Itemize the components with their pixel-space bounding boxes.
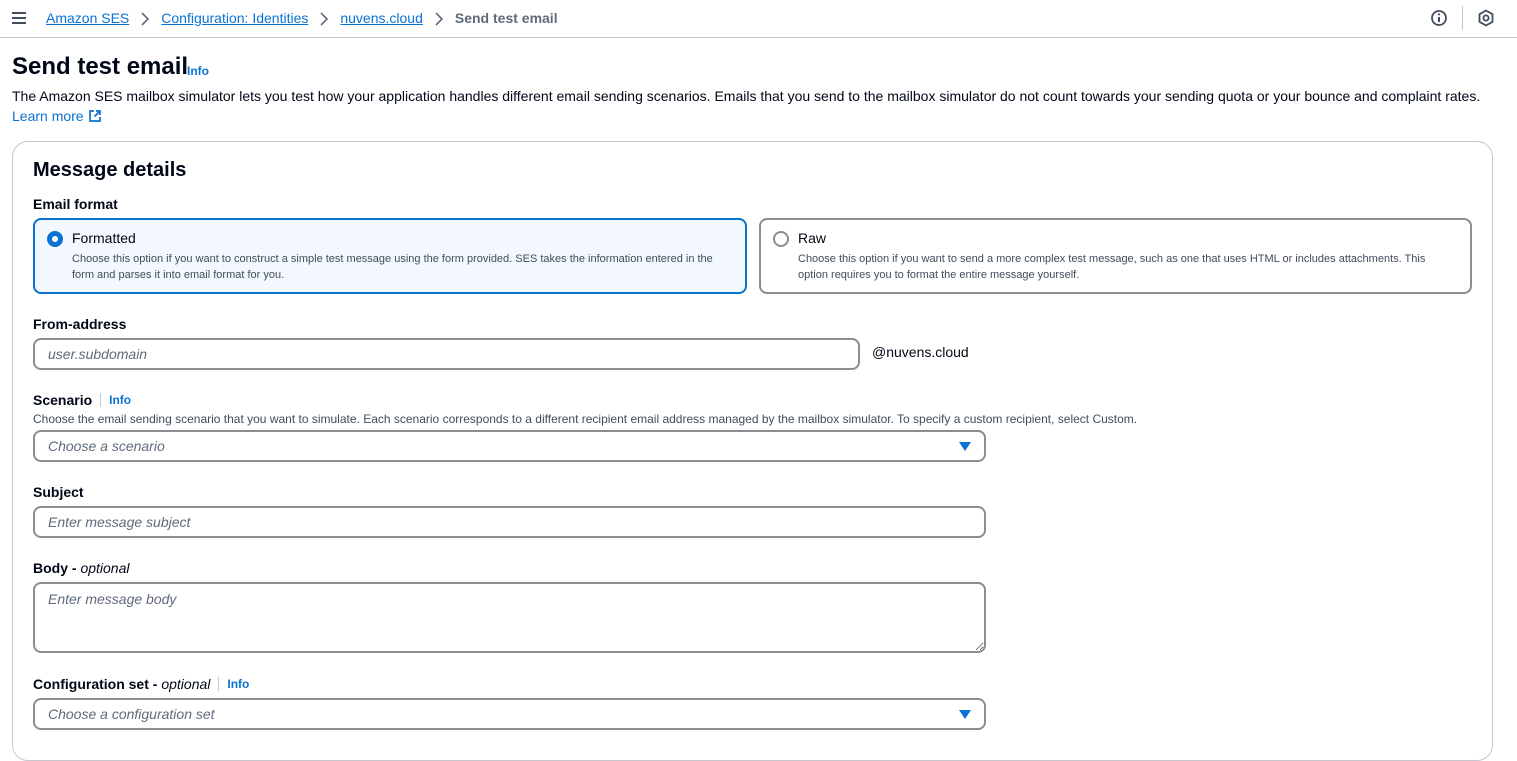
menu-icon[interactable]	[11, 10, 27, 26]
configuration-set-label: Configuration set	[33, 676, 149, 692]
email-format-formatted-tile[interactable]: Formatted Choose this option if you want…	[33, 218, 747, 294]
configuration-set-label-row: Configuration set - optional Info	[33, 676, 250, 692]
breadcrumb-link-amazon-ses[interactable]: Amazon SES	[46, 10, 129, 26]
configuration-set-optional-tag: optional	[161, 676, 211, 692]
scenario-select-placeholder: Choose a scenario	[48, 438, 165, 454]
email-format-label: Email format	[33, 196, 118, 212]
label-divider	[100, 393, 102, 407]
from-address-input[interactable]	[33, 338, 860, 370]
raw-radio[interactable]	[773, 231, 789, 247]
email-format-raw-tile[interactable]: Raw Choose this option if you want to se…	[759, 218, 1472, 294]
configuration-set-select-placeholder: Choose a configuration set	[48, 706, 215, 722]
info-circle-icon[interactable]	[1430, 9, 1448, 27]
breadcrumb-link-identity[interactable]: nuvens.cloud	[340, 10, 423, 26]
learn-more-label: Learn more	[12, 108, 84, 124]
body-optional-tag: optional	[80, 560, 130, 576]
learn-more-link[interactable]: Learn more	[12, 108, 102, 124]
body-label-row: Body - optional	[33, 560, 130, 576]
breadcrumb-current-page: Send test email	[454, 10, 558, 26]
caret-down-icon	[959, 710, 971, 719]
caret-down-icon	[959, 442, 971, 451]
external-link-icon	[88, 110, 101, 122]
notification-icon[interactable]	[1477, 9, 1495, 27]
scenario-hint: Choose the email sending scenario that y…	[33, 412, 1138, 426]
page-description-text: The Amazon SES mailbox simulator lets yo…	[12, 88, 1481, 104]
configuration-set-select[interactable]: Choose a configuration set	[33, 698, 986, 730]
configuration-set-info-link[interactable]: Info	[227, 677, 249, 691]
scenario-label: Scenario	[33, 392, 93, 408]
breadcrumb-link-configuration-identities[interactable]: Configuration: Identities	[161, 10, 308, 26]
from-address-domain-suffix: @nuvens.cloud	[872, 344, 969, 360]
formatted-description: Choose this option if you want to constr…	[72, 253, 713, 281]
chevron-right-icon	[308, 10, 340, 26]
scenario-info-link[interactable]: Info	[109, 393, 131, 407]
formatted-radio[interactable]	[47, 231, 63, 247]
page-description: The Amazon SES mailbox simulator lets yo…	[12, 86, 1502, 126]
raw-description: Choose this option if you want to send a…	[798, 253, 1426, 281]
label-divider	[218, 677, 220, 691]
page-info-link[interactable]: Info	[187, 64, 209, 78]
subject-input[interactable]	[33, 506, 986, 538]
message-details-title: Message details	[33, 159, 187, 181]
chevron-right-icon	[423, 10, 455, 26]
toolbar-divider	[1462, 6, 1463, 30]
page-title: Send test email	[12, 53, 189, 80]
scenario-select[interactable]: Choose a scenario	[33, 430, 986, 462]
chevron-right-icon	[129, 10, 161, 26]
from-address-label: From-address	[33, 316, 127, 332]
body-label: Body	[33, 560, 68, 576]
top-navigation-bar: Amazon SES Configuration: Identities nuv…	[0, 0, 1517, 38]
formatted-label: Formatted	[72, 230, 136, 246]
subject-label: Subject	[33, 484, 84, 500]
body-textarea[interactable]	[33, 582, 986, 653]
breadcrumb: Amazon SES Configuration: Identities nuv…	[46, 9, 558, 27]
scenario-label-row: Scenario Info	[33, 392, 131, 408]
raw-label: Raw	[798, 230, 827, 246]
